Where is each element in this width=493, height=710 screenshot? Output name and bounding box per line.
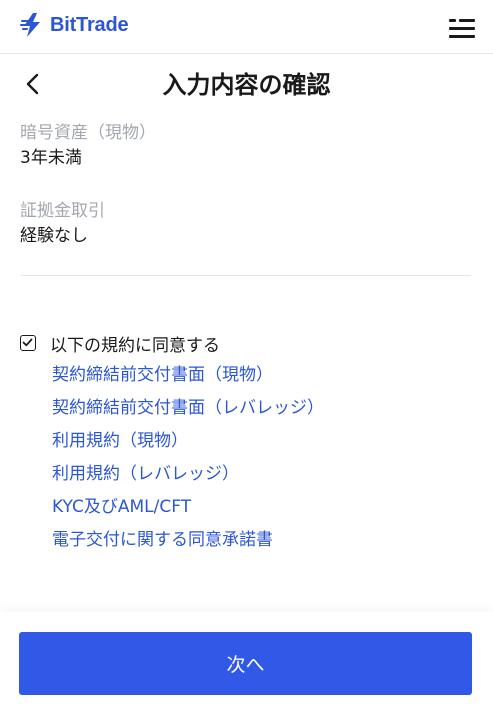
app-header: BitTrade [0, 0, 493, 54]
field-label-margin-trading: 証拠金取引 [20, 201, 105, 221]
agreement-row: 以下の規約に同意する [20, 331, 220, 356]
link-terms-spot[interactable]: 利用規約（現物） [52, 430, 188, 452]
section-divider [20, 275, 471, 276]
field-label-crypto-spot: 暗号資産（現物） [20, 123, 156, 143]
bittrade-logo-icon [20, 13, 40, 37]
field-value-margin-trading: 経験なし [20, 226, 88, 246]
next-button[interactable]: 次へ [19, 632, 472, 695]
agree-label: 以下の規約に同意する [50, 335, 220, 356]
link-pre-contract-leverage[interactable]: 契約締結前交付書面（レバレッジ） [52, 397, 324, 419]
agree-checkbox[interactable] [20, 335, 36, 351]
bittrade-logo[interactable]: BitTrade [20, 12, 129, 38]
logo-text: BitTrade [50, 13, 129, 36]
field-value-crypto-spot: 3年未満 [20, 148, 82, 168]
hamburger-menu-icon[interactable] [449, 17, 475, 39]
page-title: 入力内容の確認 [162, 71, 331, 99]
link-terms-leverage[interactable]: 利用規約（レバレッジ） [52, 463, 239, 485]
link-kyc-aml-cft[interactable]: KYC及びAML/CFT [52, 496, 191, 518]
checkmark-icon [22, 338, 33, 347]
link-pre-contract-spot[interactable]: 契約締結前交付書面（現物） [52, 364, 273, 386]
link-electronic-delivery-consent[interactable]: 電子交付に関する同意承諾書 [52, 529, 273, 551]
